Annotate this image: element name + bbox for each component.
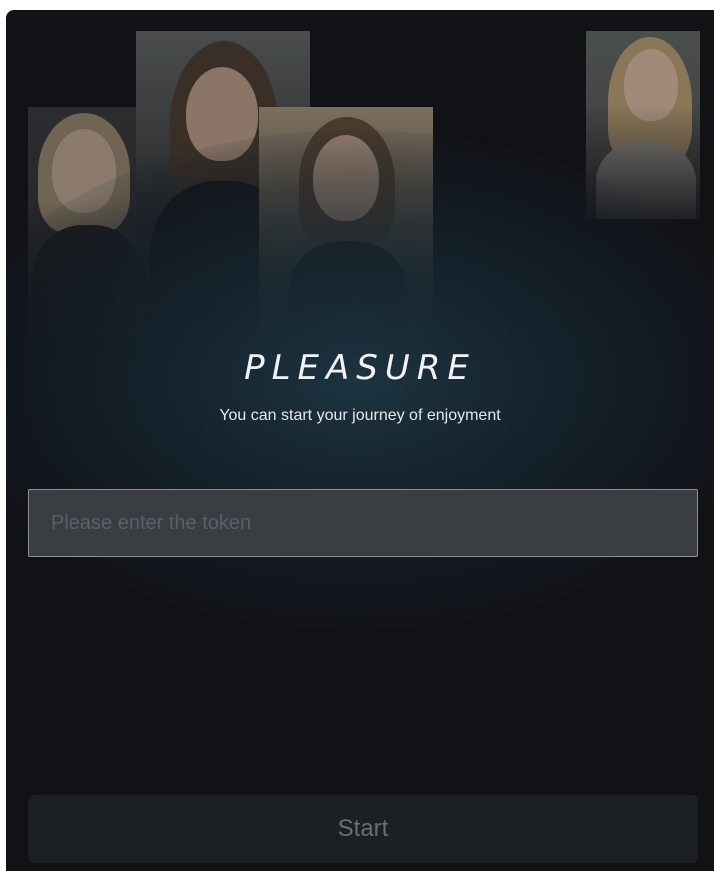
token-input[interactable] (28, 489, 698, 557)
start-button[interactable]: Start (28, 795, 698, 863)
app-subtitle: You can start your journey of enjoyment (219, 407, 501, 424)
app-window: PLEASURE You can start your journey of e… (6, 10, 714, 871)
app-title: PLEASURE (244, 348, 476, 388)
